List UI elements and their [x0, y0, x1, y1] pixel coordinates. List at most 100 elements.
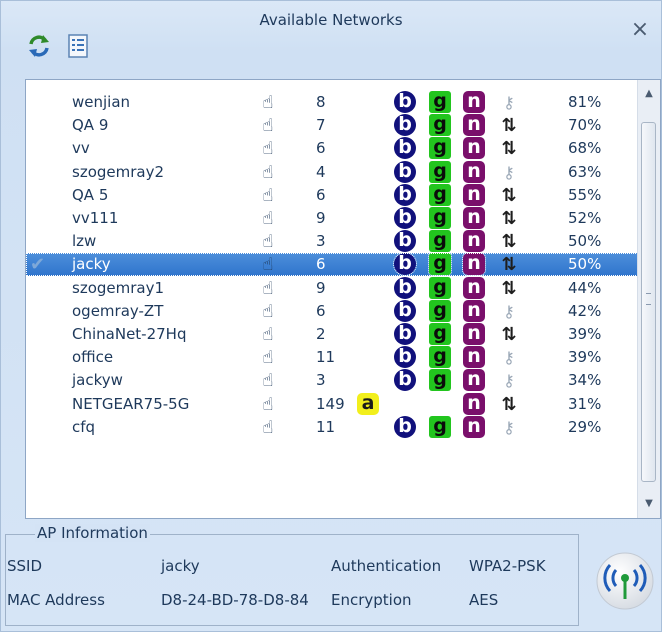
- network-ssid: szogemray1: [72, 278, 165, 297]
- network-channel: 3: [316, 232, 326, 251]
- connected-check-icon: [30, 277, 58, 300]
- connect-wifi-button[interactable]: [595, 551, 655, 611]
- security-key-icon: ⚷: [503, 348, 515, 368]
- network-row[interactable]: jackyw ☝ 3 b g n ⚷ 34%: [26, 369, 638, 392]
- security-lock-icon: ⇅: [501, 208, 517, 229]
- network-row[interactable]: wenjian ☝ 8 b g n ⚷ 81%: [26, 91, 638, 114]
- connected-check-icon: [30, 161, 58, 184]
- network-channel: 9: [316, 278, 326, 297]
- infrastructure-mode-icon: ☝: [262, 300, 274, 322]
- mode-n-icon: n: [463, 91, 489, 114]
- network-row[interactable]: NETGEAR75-5G ☝ 149 a n ⇅ 31%: [26, 392, 638, 416]
- mode-n-icon: n: [463, 415, 489, 439]
- wifi-signal-icon: [596, 552, 654, 610]
- mode-a-icon: [357, 300, 383, 323]
- network-channel: 6: [316, 139, 326, 158]
- mode-b-icon: b: [393, 252, 420, 277]
- scroll-down-arrow-icon[interactable]: ▼: [638, 494, 660, 514]
- network-channel: 6: [316, 255, 326, 274]
- network-ssid: vv111: [72, 209, 119, 227]
- refresh-button[interactable]: [26, 33, 52, 59]
- ap-authentication-value: WPA2-PSK: [469, 557, 546, 575]
- mode-a-icon: [357, 161, 383, 184]
- list-view-button[interactable]: [65, 33, 91, 59]
- infrastructure-mode-icon: ☝: [262, 393, 274, 415]
- security-lock-icon: ⇅: [501, 254, 517, 276]
- ap-information-group: [5, 534, 579, 626]
- network-row[interactable]: ogemray-ZT ☝ 6 b g n ⚷ 42%: [26, 299, 638, 323]
- scrollbar-thumb[interactable]: [641, 122, 656, 482]
- network-signal-strength: 42%: [568, 301, 602, 320]
- network-signal-strength: 31%: [568, 394, 602, 413]
- infrastructure-mode-icon: ☝: [262, 370, 274, 392]
- mode-n-icon: n: [463, 299, 489, 323]
- network-signal-strength: 55%: [568, 185, 602, 204]
- network-row[interactable]: szogemray1 ☝ 9 b g n ⇅ 44%: [26, 276, 638, 300]
- mode-b-icon: b: [394, 183, 420, 207]
- network-channel: 6: [316, 185, 326, 204]
- network-row[interactable]: lzw ☝ 3 b g n ⇅ 50%: [26, 230, 638, 253]
- connected-check-icon: [30, 137, 58, 160]
- network-row[interactable]: vv ☝ 6 b g n ⇅ 68%: [26, 137, 638, 160]
- mode-g-icon: g: [429, 230, 455, 253]
- network-channel: 6: [316, 301, 326, 320]
- network-row[interactable]: QA 5 ☝ 6 b g n ⇅ 55%: [26, 183, 638, 207]
- infrastructure-mode-icon: ☝: [262, 208, 274, 229]
- connected-check-icon: [30, 323, 58, 346]
- mode-g-icon: g: [429, 207, 455, 230]
- mode-n-icon: n: [463, 392, 489, 416]
- connected-check-icon: [30, 416, 58, 439]
- network-signal-strength: 34%: [568, 371, 602, 390]
- infrastructure-mode-icon: ☝: [262, 324, 274, 345]
- security-lock-icon: ⇅: [501, 184, 517, 206]
- network-row[interactable]: QA 9 ☝ 7 b g n ⇅ 70%: [26, 114, 638, 137]
- network-row[interactable]: cfq ☝ 11 b g n ⚷ 29%: [26, 415, 638, 439]
- network-list[interactable]: wenjian ☝ 8 b g n ⚷ 81% QA 9 ☝ 7 b g n ⇅ 70% vv ☝ 6 b g n ⇅ 68%…: [25, 79, 661, 519]
- network-ssid: vv: [72, 139, 90, 158]
- infrastructure-mode-icon: ☝: [262, 416, 274, 438]
- ap-ssid-label: SSID: [7, 557, 43, 575]
- mode-b-icon: b: [394, 137, 420, 160]
- network-ssid: jackyw: [72, 371, 123, 390]
- network-channel: 8: [316, 93, 326, 111]
- mode-n-icon: n: [463, 207, 489, 230]
- security-key-icon: ⚷: [503, 162, 515, 182]
- mode-a-icon: [357, 277, 383, 300]
- network-ssid: QA 5: [72, 185, 109, 204]
- infrastructure-mode-icon: ☝: [262, 254, 274, 276]
- mode-b-icon: b: [394, 276, 420, 300]
- mode-n-icon: n: [463, 160, 489, 184]
- mode-a-icon: [357, 91, 383, 114]
- network-row[interactable]: office ☝ 11 b g n ⚷ 39%: [26, 346, 638, 369]
- mode-a-icon: [357, 346, 383, 369]
- network-signal-strength: 70%: [568, 116, 602, 135]
- mode-a-icon: [357, 369, 383, 392]
- mode-n-icon: n: [463, 369, 489, 392]
- network-ssid: jacky: [72, 255, 111, 274]
- security-lock-icon: ⇅: [501, 393, 517, 415]
- close-button[interactable]: ×: [629, 19, 651, 41]
- mode-b-icon: b: [394, 415, 420, 439]
- mode-b-icon: b: [394, 91, 420, 114]
- security-lock-icon: ⇅: [501, 115, 517, 137]
- network-row[interactable]: szogemray2 ☝ 4 b g n ⚷ 63%: [26, 160, 638, 184]
- network-row[interactable]: ChinaNet-27Hq ☝ 2 b g n ⇅ 39%: [26, 323, 638, 346]
- network-signal-strength: 50%: [568, 255, 602, 274]
- mode-g-icon: g: [429, 276, 455, 300]
- security-key-icon: ⚷: [503, 371, 515, 391]
- mode-a-icon: [357, 323, 383, 346]
- mode-g-icon: g: [429, 415, 455, 439]
- scroll-up-arrow-icon[interactable]: ▲: [638, 84, 660, 104]
- connected-check-icon: [30, 91, 58, 114]
- refresh-icon: [29, 35, 49, 57]
- network-row[interactable]: ✔ jacky ☝ 6 b g n ⇅ 50%: [26, 252, 638, 277]
- infrastructure-mode-icon: ☝: [262, 277, 274, 299]
- infrastructure-mode-icon: ☝: [262, 231, 274, 253]
- network-signal-strength: 63%: [568, 162, 602, 181]
- mode-n-icon: n: [463, 230, 489, 253]
- connected-check-icon: [30, 114, 58, 137]
- vertical-scrollbar[interactable]: ▲ ▼: [637, 80, 660, 518]
- mode-g-icon: g: [428, 252, 455, 277]
- security-key-icon: ⚷: [503, 417, 515, 437]
- network-row[interactable]: vv111 ☝ 9 b g n ⇅ 52%: [26, 207, 638, 230]
